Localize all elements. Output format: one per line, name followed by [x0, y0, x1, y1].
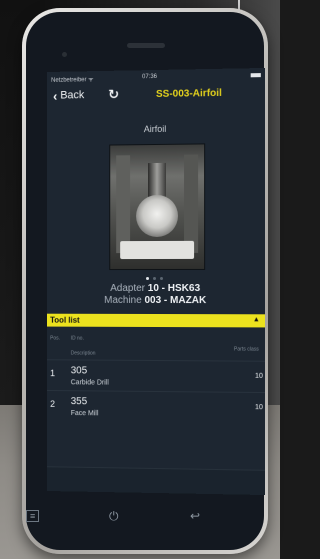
phone-screen: Netzbetreiber ᯤ 07:36 ‹ Back ↻ SS-003-Ai…: [47, 67, 265, 496]
tool-list-header[interactable]: Tool list ▲: [47, 313, 265, 328]
column-header-description: Description: [70, 350, 96, 357]
table-row[interactable]: 1 305 Carbide Drill 10: [47, 359, 265, 393]
machine-label: Machine: [104, 294, 142, 306]
camera-icon: [62, 52, 67, 57]
row-description: Carbide Drill: [70, 379, 109, 387]
adapter-value: 10 - HSK63: [147, 282, 201, 295]
back-arrow-icon[interactable]: ↩: [190, 509, 200, 523]
column-header-class: Parts class: [233, 346, 259, 353]
carousel-dot[interactable]: [159, 276, 163, 280]
status-time: 07:36: [142, 73, 158, 81]
row-description: Face Mill: [70, 410, 99, 418]
nav-bar: ‹ Back ↻ SS-003-Airfoil: [47, 82, 265, 108]
photo-detail: [116, 155, 131, 254]
photo-detail: [184, 154, 199, 253]
column-header-pos: Pos.: [50, 335, 60, 342]
table-row[interactable]: 2 355 Face Mill 10: [47, 389, 265, 424]
row-pos: 1: [50, 368, 56, 379]
row-pos: 2: [50, 398, 56, 409]
adapter-label: Adapter: [110, 282, 146, 294]
tool-list-title: Tool list: [50, 315, 80, 325]
column-header-id: ID no.: [70, 335, 84, 342]
row-id: 305: [70, 365, 88, 377]
carousel-dots[interactable]: [146, 276, 163, 281]
adapter-info: Adapter 10 - HSK63: [47, 283, 265, 294]
row-class: 10: [254, 404, 263, 412]
menu-button[interactable]: ≡: [26, 510, 40, 522]
row-id: 355: [70, 396, 88, 408]
bottom-bar: [47, 466, 265, 496]
machine-value: 003 - MAZAK: [144, 294, 207, 307]
carousel-dot[interactable]: [153, 276, 156, 281]
machine-info: Machine 003 - MAZAK: [47, 295, 265, 306]
status-carrier: Netzbetreiber ᯤ: [51, 77, 94, 84]
nav-title: SS-003-Airfoil: [155, 87, 222, 100]
table-header: Pos. ID no. Description Parts class: [47, 329, 265, 360]
power-icon[interactable]: ⏻: [109, 509, 119, 524]
speaker-grille: [127, 43, 165, 48]
hardware-buttons: ≡ ⏻ ↩: [26, 495, 216, 535]
machine-photo[interactable]: [109, 143, 206, 271]
collapse-icon[interactable]: ▲: [253, 316, 260, 323]
page-title: Airfoil: [143, 123, 167, 135]
battery-icon: [250, 73, 261, 78]
back-label: Back: [60, 89, 85, 102]
carousel-dot-active[interactable]: [146, 277, 150, 281]
photo-detail: [120, 240, 195, 260]
back-button[interactable]: ‹ Back: [53, 88, 85, 104]
refresh-icon[interactable]: ↻: [108, 87, 119, 103]
chevron-left-icon: ‹: [53, 88, 58, 104]
photo-detail: [136, 194, 179, 238]
row-class: 10: [254, 372, 263, 380]
